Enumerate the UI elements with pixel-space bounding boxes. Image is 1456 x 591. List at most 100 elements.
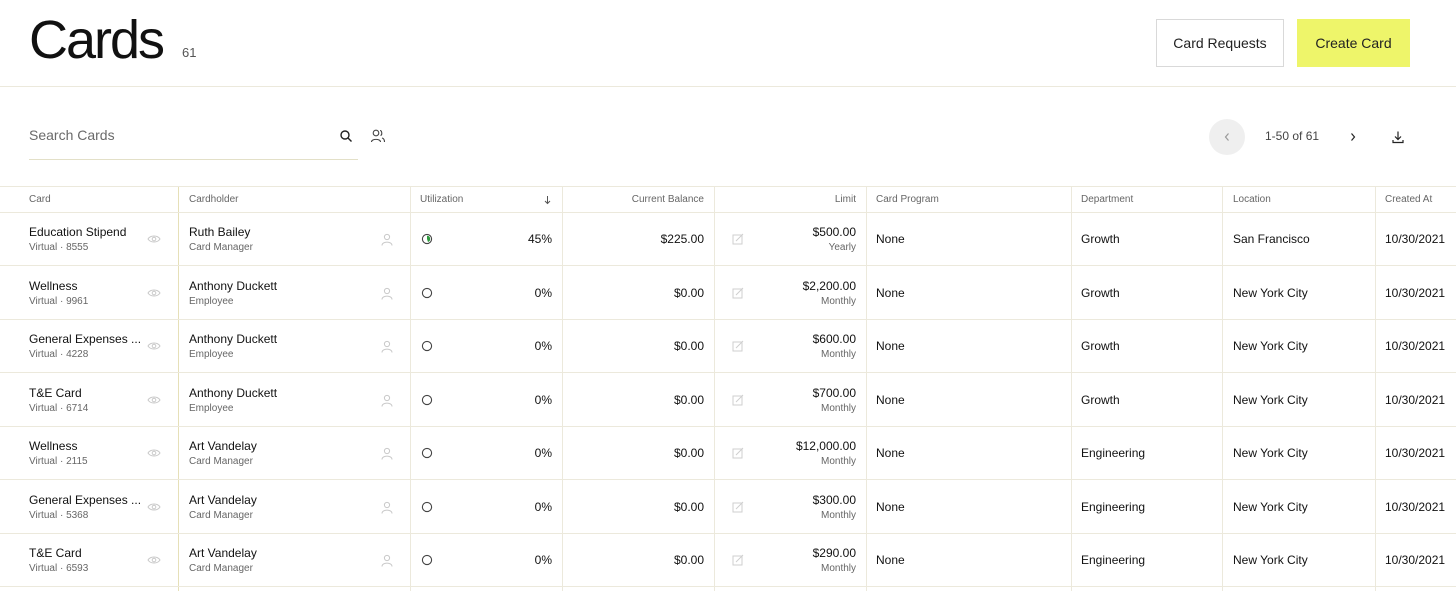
edit-icon[interactable]: [732, 394, 744, 406]
card-last4: 5368: [66, 509, 89, 521]
eye-icon[interactable]: [147, 555, 161, 565]
table-row[interactable]: General Expenses ... Virtual · 5368 Art …: [0, 481, 1456, 534]
edit-icon[interactable]: [732, 501, 744, 513]
created-at: 10/30/2021: [1385, 285, 1446, 300]
card-name[interactable]: T&E Card: [29, 386, 82, 400]
department: Growth: [1081, 339, 1120, 353]
person-icon[interactable]: [381, 501, 393, 514]
column-header-utilization[interactable]: Utilization: [420, 187, 463, 213]
eye-icon[interactable]: [147, 234, 161, 244]
card-type: Virtual: [29, 563, 58, 574]
current-balance: $0.00: [673, 499, 704, 514]
card-requests-button[interactable]: Card Requests: [1156, 19, 1284, 67]
card-meta: Virtual · 5368: [29, 509, 89, 521]
card-name[interactable]: T&E Card: [29, 546, 82, 560]
edit-icon[interactable]: [732, 287, 744, 299]
utilization-ring-icon: [421, 340, 433, 352]
table-row[interactable]: Education Stipend Virtual · 8555 Ruth Ba…: [0, 213, 1456, 266]
utilization-value: 0%: [534, 553, 552, 567]
person-icon[interactable]: [381, 554, 393, 567]
column-header-location[interactable]: Location: [1233, 187, 1271, 213]
table-row[interactable]: T&E Card Virtual · 6714 Anthony Duckett …: [0, 374, 1456, 427]
card-type: Virtual: [29, 509, 58, 521]
card-meta: Virtual · 8555: [29, 242, 89, 253]
person-icon[interactable]: [381, 447, 393, 460]
cardholder-name[interactable]: Art Vandelay: [189, 493, 257, 507]
download-button[interactable]: [1388, 127, 1408, 147]
current-balance: $225.00: [660, 232, 704, 246]
edit-icon[interactable]: [732, 233, 744, 245]
card-name[interactable]: Wellness: [29, 439, 77, 453]
person-icon[interactable]: [381, 340, 393, 353]
eye-icon[interactable]: [147, 288, 161, 298]
limit-amount: $2,200.00: [802, 278, 856, 293]
card-last4: 8555: [66, 242, 89, 253]
person-icon[interactable]: [381, 233, 393, 246]
create-card-button[interactable]: Create Card: [1297, 19, 1410, 67]
card-meta: Virtual · 4228: [29, 349, 89, 360]
eye-icon[interactable]: [147, 448, 161, 458]
column-header-limit[interactable]: Limit: [724, 187, 856, 213]
eye-icon[interactable]: [147, 502, 161, 512]
column-header-cardholder[interactable]: Cardholder: [189, 187, 238, 213]
person-icon[interactable]: [381, 287, 393, 300]
card-name[interactable]: General Expenses ...: [29, 493, 141, 507]
card-name[interactable]: Wellness: [29, 279, 77, 293]
utilization-ring-icon: [421, 394, 433, 405]
limit-amount: $290.00: [812, 546, 856, 560]
next-page-button[interactable]: [1343, 127, 1363, 147]
cardholder-role: Employee: [189, 295, 234, 307]
person-icon[interactable]: [381, 394, 393, 407]
cardholder-role: Card Manager: [189, 242, 253, 253]
eye-icon[interactable]: [147, 395, 161, 405]
cardholder-role: Employee: [189, 349, 234, 360]
limit-amount: $300.00: [812, 492, 856, 507]
card-program: None: [876, 285, 905, 300]
search-icon[interactable]: [339, 129, 353, 143]
card-type: Virtual: [29, 456, 58, 467]
eye-icon[interactable]: [147, 341, 161, 351]
edit-icon[interactable]: [732, 554, 744, 566]
utilization-value: 0%: [534, 499, 552, 514]
card-program: None: [876, 499, 905, 514]
table-row[interactable]: Wellness Virtual · 9961 Anthony Duckett …: [0, 267, 1456, 320]
cardholder-name[interactable]: Anthony Duckett: [189, 279, 277, 293]
location: New York City: [1233, 339, 1308, 353]
utilization-ring-icon: [421, 501, 433, 512]
current-balance: $0.00: [673, 339, 704, 353]
created-at: 10/30/2021: [1385, 499, 1446, 514]
sort-down-icon[interactable]: [543, 195, 552, 205]
utilization-ring-icon: [421, 233, 433, 245]
table-row[interactable]: Wellness Virtual · 2115 Art Vandelay Car…: [0, 427, 1456, 480]
table-row[interactable]: General Expenses ... Virtual · 4228 Anth…: [0, 320, 1456, 373]
column-header-created-at[interactable]: Created At: [1385, 187, 1432, 213]
page-header: Cards 61 Card Requests Create Card: [0, 0, 1456, 87]
cardholder-name[interactable]: Anthony Duckett: [189, 332, 277, 346]
limit-period: Monthly: [820, 509, 856, 521]
department: Growth: [1081, 392, 1120, 407]
users-icon[interactable]: [370, 128, 386, 144]
limit-period: Monthly: [820, 402, 856, 414]
cardholder-name[interactable]: Art Vandelay: [189, 439, 257, 453]
card-type: Virtual: [29, 402, 58, 414]
card-name[interactable]: General Expenses ...: [29, 332, 141, 346]
cardholder-name[interactable]: Anthony Duckett: [189, 386, 277, 400]
table-row[interactable]: T&E Card Virtual · 6593 Art Vandelay Car…: [0, 534, 1456, 587]
edit-icon[interactable]: [732, 447, 744, 459]
cardholder-role: Card Manager: [189, 563, 253, 574]
edit-icon[interactable]: [732, 340, 744, 352]
card-last4: 6593: [66, 563, 89, 574]
created-at: 10/30/2021: [1385, 553, 1446, 567]
column-header-card[interactable]: Card: [29, 187, 51, 213]
cardholder-name[interactable]: Art Vandelay: [189, 546, 257, 560]
search-input[interactable]: [29, 123, 319, 147]
column-header-card-program[interactable]: Card Program: [876, 187, 939, 213]
limit-period: Monthly: [820, 349, 856, 360]
utilization-value: 0%: [534, 339, 552, 353]
card-name[interactable]: Education Stipend: [29, 225, 126, 239]
prev-page-button[interactable]: [1209, 119, 1245, 155]
column-header-current-balance[interactable]: Current Balance: [572, 187, 704, 213]
card-program: None: [876, 446, 905, 460]
column-header-department[interactable]: Department: [1081, 187, 1133, 213]
cardholder-name[interactable]: Ruth Bailey: [189, 225, 250, 239]
